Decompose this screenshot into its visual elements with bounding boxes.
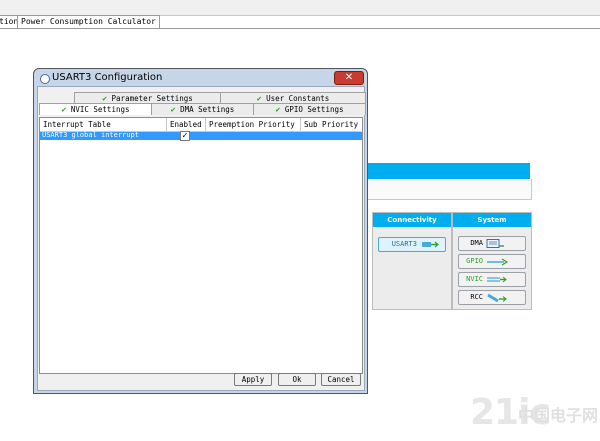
gpio-label: GPIO [466, 257, 483, 265]
configuration-header-bar [366, 163, 530, 179]
check-icon: ✔ [256, 94, 262, 103]
enabled-checkbox[interactable]: ✓ [180, 131, 190, 141]
connectivity-header: Connectivity [373, 213, 451, 227]
nvic-button[interactable]: NVIC [458, 272, 526, 287]
dma-button[interactable]: DMA [458, 236, 526, 251]
interrupt-name: USART3 global interrupt [42, 131, 139, 139]
check-icon: ✔ [170, 105, 176, 114]
window-top-strip [0, 0, 600, 16]
tab-power-consumption-calculator[interactable]: Power Consumption Calculator [17, 15, 160, 28]
dialog-title: USART3 Configuration [52, 72, 163, 83]
column-header-sub-priority[interactable]: Sub Priority [301, 118, 361, 132]
rcc-label: RCC [470, 293, 483, 301]
check-icon: ✔ [102, 94, 108, 103]
column-header-enabled[interactable]: Enabled [167, 118, 206, 132]
tab-user-constants-label: User Constants [266, 94, 330, 103]
usart-connector-icon [422, 241, 439, 248]
system-header: System [453, 213, 531, 227]
usart3-button[interactable]: USART3 [378, 237, 446, 252]
check-icon: ✔ [275, 105, 281, 114]
column-header-interrupt-table[interactable]: Interrupt Table [40, 118, 167, 132]
usart3-configuration-dialog: USART3 Configuration ✕ ✔ Parameter Setti… [33, 68, 368, 394]
tab-dma-settings[interactable]: ✔ DMA Settings [151, 103, 254, 115]
nvic-icon [487, 276, 507, 283]
check-icon: ✔ [61, 105, 67, 114]
table-row[interactable]: USART3 global interrupt ✓ [40, 131, 362, 141]
interrupt-table: Interrupt Table Enabled Preemption Prior… [39, 117, 363, 374]
tab-gpio-settings[interactable]: ✔ GPIO Settings [253, 103, 366, 115]
watermark-caption: 中国电子网 [518, 406, 599, 425]
rcc-button[interactable]: RCC [458, 290, 526, 305]
column-header-preemption-priority[interactable]: Preemption Priority [206, 118, 301, 132]
dma-icon [486, 239, 504, 248]
close-button[interactable]: ✕ [334, 71, 364, 85]
tab-nvic-settings[interactable]: ✔ NVIC Settings [39, 103, 152, 115]
connectivity-panel: Connectivity USART3 [372, 212, 452, 310]
system-panel: System DMA GPIO NVIC RCC [452, 212, 532, 310]
tab-parameter-settings-label: Parameter Settings [111, 94, 193, 103]
dma-label: DMA [470, 239, 483, 247]
configuration-subheader-bar [366, 179, 532, 200]
rcc-icon [487, 293, 507, 303]
ok-button[interactable]: Ok [278, 373, 316, 386]
cancel-button[interactable]: Cancel [321, 373, 361, 386]
tab-gpio-settings-label: GPIO Settings [284, 105, 344, 114]
tab-dma-settings-label: DMA Settings [180, 105, 235, 114]
dialog-app-icon [40, 74, 50, 84]
tab-nvic-settings-label: NVIC Settings [70, 105, 130, 114]
nvic-label: NVIC [466, 275, 483, 283]
dialog-body: ✔ Parameter Settings ✔ User Constants ✔ … [37, 86, 366, 391]
apply-button[interactable]: Apply [234, 373, 272, 386]
gpio-button[interactable]: GPIO [458, 254, 526, 269]
gpio-icon [487, 258, 509, 266]
usart3-label: USART3 [391, 240, 417, 248]
